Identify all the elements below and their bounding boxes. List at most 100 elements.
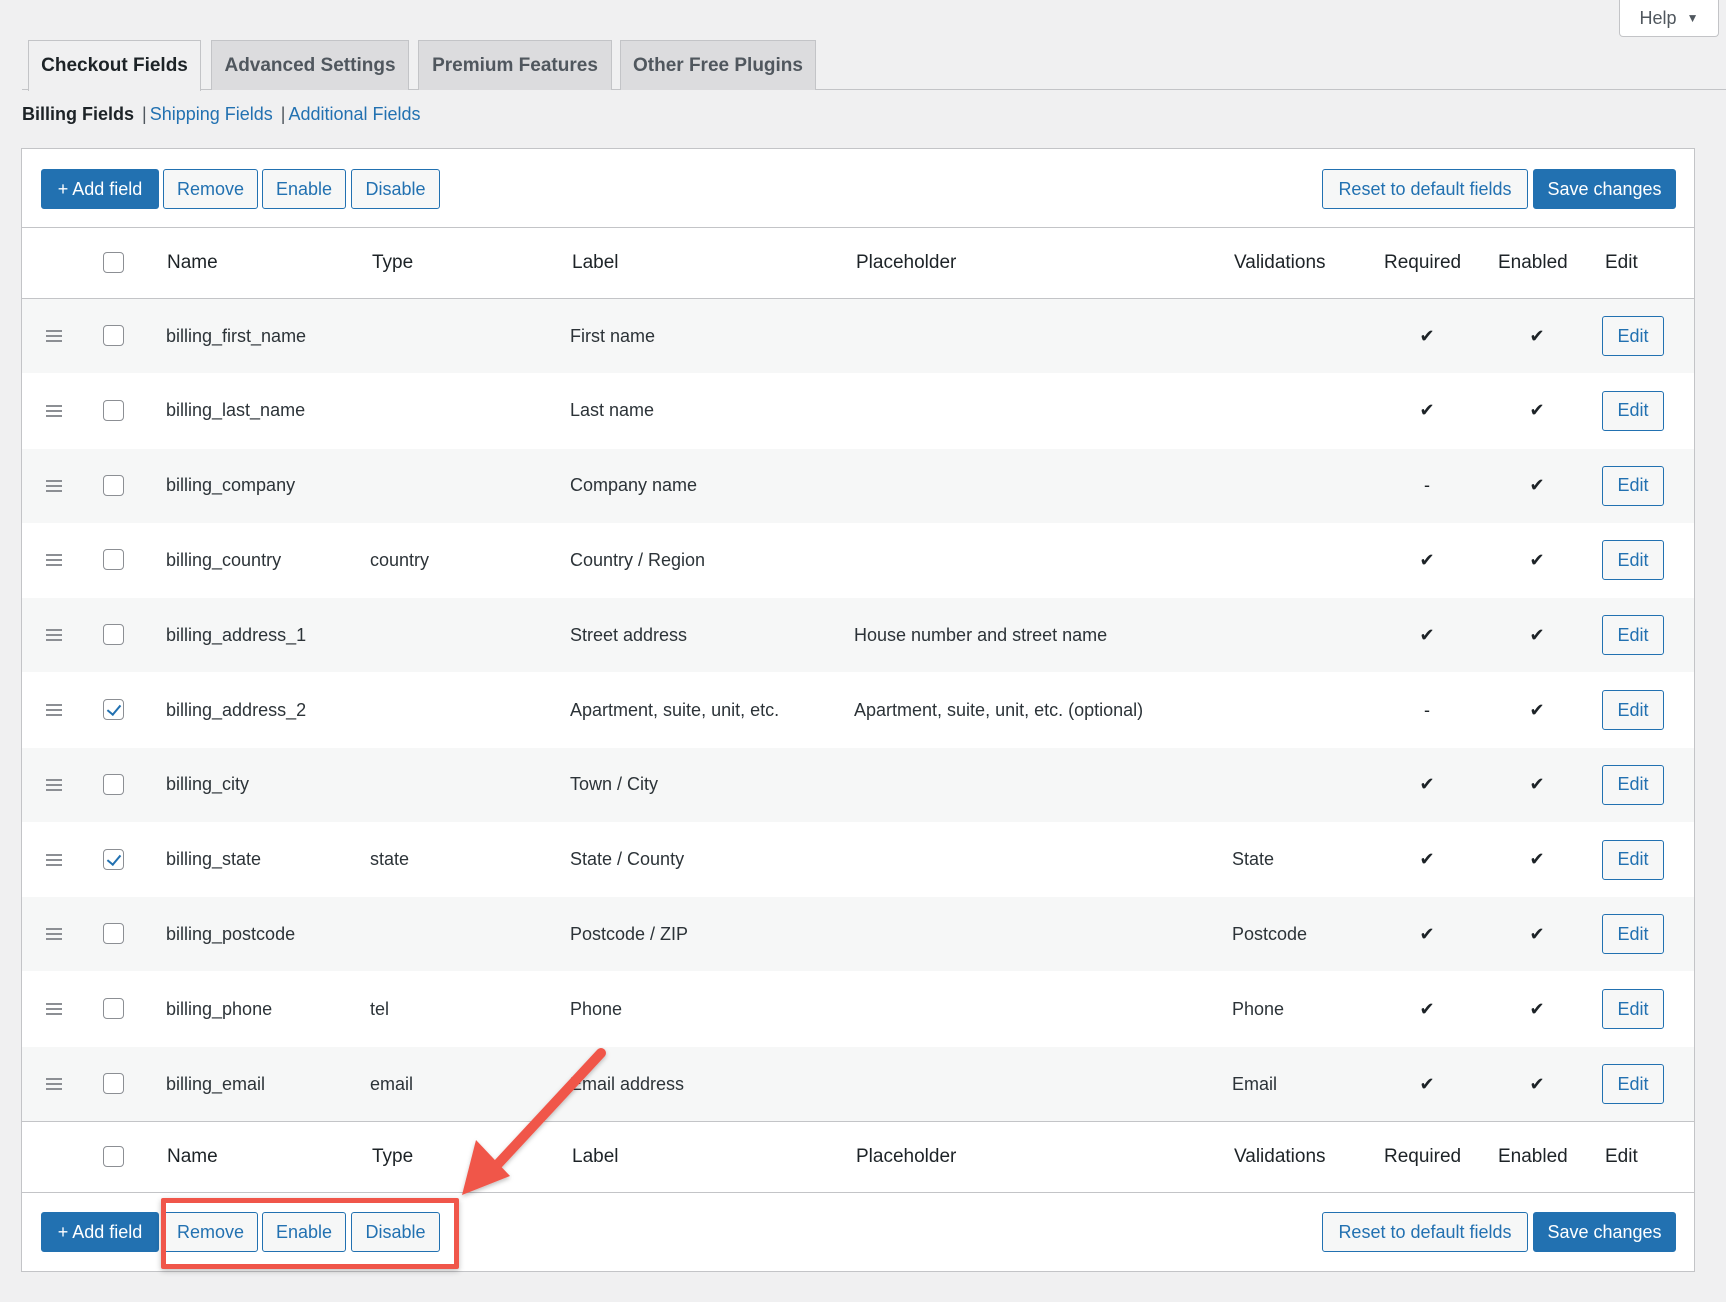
table-row: billing_email email Email address Email ✔ ✔ Ed… — [22, 1047, 1694, 1121]
table-row: billing_postcode Postcode / ZIP Postcode ✔ ✔… — [22, 897, 1694, 972]
row-checkbox[interactable] — [103, 998, 124, 1020]
enabled-check-icon: ✔ — [1529, 325, 1545, 346]
edit-button[interactable]: Edit — [1602, 690, 1664, 730]
reset-default-fields-button[interactable]: Reset to default fields — [1322, 169, 1528, 209]
edit-button[interactable]: Edit — [1602, 1064, 1664, 1104]
drag-handle-icon[interactable] — [46, 853, 62, 866]
row-checkbox[interactable] — [103, 1073, 124, 1094]
drag-handle-icon[interactable] — [46, 554, 62, 567]
table-row: billing_company Company name - ✔ Edit — [22, 448, 1694, 523]
annotation-highlight-box — [161, 1198, 459, 1269]
column-header-label: Label — [572, 252, 619, 273]
add-field-button[interactable]: + Add field — [41, 169, 159, 209]
row-checkbox[interactable] — [103, 923, 124, 945]
subnav-billing-fields[interactable]: Billing Fields — [22, 104, 134, 125]
drag-handle-icon[interactable] — [46, 404, 62, 417]
subnav-shipping-fields[interactable]: Shipping Fields — [150, 104, 273, 125]
drag-handle-icon[interactable] — [46, 928, 62, 941]
edit-button[interactable]: Edit — [1602, 839, 1664, 880]
row-checkbox[interactable] — [103, 549, 124, 571]
field-validations: Phone — [1232, 998, 1285, 1019]
field-label: Email address — [570, 1073, 685, 1094]
enabled-check-icon: ✔ — [1529, 774, 1545, 795]
field-validations: State — [1232, 849, 1275, 870]
required-check-icon: - — [1424, 699, 1430, 720]
required-check-icon: ✔ — [1419, 849, 1435, 870]
edit-button[interactable]: Edit — [1602, 914, 1664, 955]
field-label: Country / Region — [570, 549, 706, 570]
row-checkbox[interactable] — [103, 624, 124, 646]
reset-default-fields-button[interactable]: Reset to default fields — [1322, 1212, 1528, 1252]
field-name: billing_address_1 — [166, 624, 307, 645]
subnav-separator: | — [142, 104, 147, 124]
edit-button[interactable]: Edit — [1602, 465, 1664, 506]
drag-handle-icon[interactable] — [46, 1003, 62, 1016]
subnav-separator: | — [280, 104, 286, 124]
field-name: billing_last_name — [166, 400, 306, 421]
drag-handle-icon[interactable] — [46, 330, 62, 342]
field-type: state — [370, 849, 410, 870]
select-all-checkbox[interactable] — [103, 252, 124, 273]
row-checkbox[interactable] — [103, 848, 124, 870]
column-header-validations: Validations — [1234, 1146, 1326, 1167]
column-header-placeholder: Placeholder — [856, 252, 957, 273]
row-checkbox[interactable] — [103, 773, 124, 795]
row-checkbox[interactable] — [103, 325, 124, 346]
required-check-icon: ✔ — [1419, 549, 1435, 570]
row-checkbox[interactable] — [103, 399, 124, 421]
column-header-required: Required — [1384, 1146, 1462, 1167]
field-name: billing_address_2 — [166, 699, 307, 720]
field-name: billing_email — [166, 1073, 266, 1094]
field-name: billing_city — [166, 774, 250, 795]
column-header-name: Name — [167, 252, 218, 273]
tab-other-free-plugins[interactable]: Other Free Plugins — [620, 40, 816, 90]
field-label: Company name — [570, 475, 698, 496]
required-check-icon: ✔ — [1419, 624, 1435, 645]
add-field-button[interactable]: + Add field — [41, 1212, 159, 1252]
enabled-check-icon: ✔ — [1529, 624, 1545, 645]
row-checkbox[interactable] — [103, 699, 124, 720]
edit-button[interactable]: Edit — [1602, 989, 1664, 1030]
enabled-check-icon: ✔ — [1529, 400, 1545, 421]
field-name: billing_country — [166, 549, 282, 570]
disable-button[interactable]: Disable — [351, 169, 440, 209]
help-tab[interactable]: Help ▼ — [1619, 0, 1719, 37]
tab-checkout-fields[interactable]: Checkout Fields — [28, 40, 201, 91]
drag-handle-icon[interactable] — [46, 629, 62, 642]
remove-button[interactable]: Remove — [163, 169, 258, 209]
field-name: billing_company — [166, 475, 296, 496]
field-name: billing_first_name — [166, 325, 307, 346]
enable-button[interactable]: Enable — [262, 169, 346, 209]
tab-premium-features[interactable]: Premium Features — [418, 40, 612, 90]
column-header-name: Name — [167, 1146, 218, 1167]
drag-handle-icon[interactable] — [46, 1078, 62, 1090]
drag-handle-icon[interactable] — [46, 479, 62, 492]
enabled-check-icon: ✔ — [1529, 549, 1545, 570]
drag-handle-icon[interactable] — [46, 704, 62, 716]
tab-advanced-settings[interactable]: Advanced Settings — [211, 40, 409, 90]
edit-button[interactable]: Edit — [1602, 764, 1664, 805]
save-changes-button[interactable]: Save changes — [1533, 169, 1676, 209]
field-label: Last name — [570, 400, 655, 421]
field-name: billing_state — [166, 849, 262, 870]
field-name: billing_phone — [166, 998, 273, 1019]
edit-button[interactable]: Edit — [1602, 316, 1664, 356]
enabled-check-icon: ✔ — [1529, 1073, 1545, 1094]
table-row: billing_phone tel Phone Phone ✔ ✔ Edit — [22, 972, 1694, 1046]
table-row: billing_country country Country / Region ✔ ✔… — [22, 523, 1694, 597]
select-all-checkbox[interactable] — [103, 1146, 124, 1167]
edit-button[interactable]: Edit — [1602, 615, 1664, 656]
table-header: Name Type Label Placeholder Validations … — [22, 228, 1694, 298]
field-name: billing_postcode — [166, 923, 296, 944]
required-check-icon: ✔ — [1419, 774, 1435, 795]
row-checkbox[interactable] — [103, 474, 124, 496]
table-row: billing_first_name First name ✔ ✔ Edit — [22, 299, 1694, 373]
edit-button[interactable]: Edit — [1602, 390, 1664, 431]
edit-button[interactable]: Edit — [1602, 540, 1664, 581]
column-header-edit: Edit — [1605, 1146, 1638, 1167]
drag-handle-icon[interactable] — [46, 778, 62, 791]
chevron-down-icon: ▼ — [1686, 11, 1699, 25]
save-changes-button[interactable]: Save changes — [1533, 1212, 1676, 1252]
subnav-additional-fields[interactable]: Additional Fields — [288, 104, 420, 125]
column-header-type: Type — [372, 252, 414, 273]
